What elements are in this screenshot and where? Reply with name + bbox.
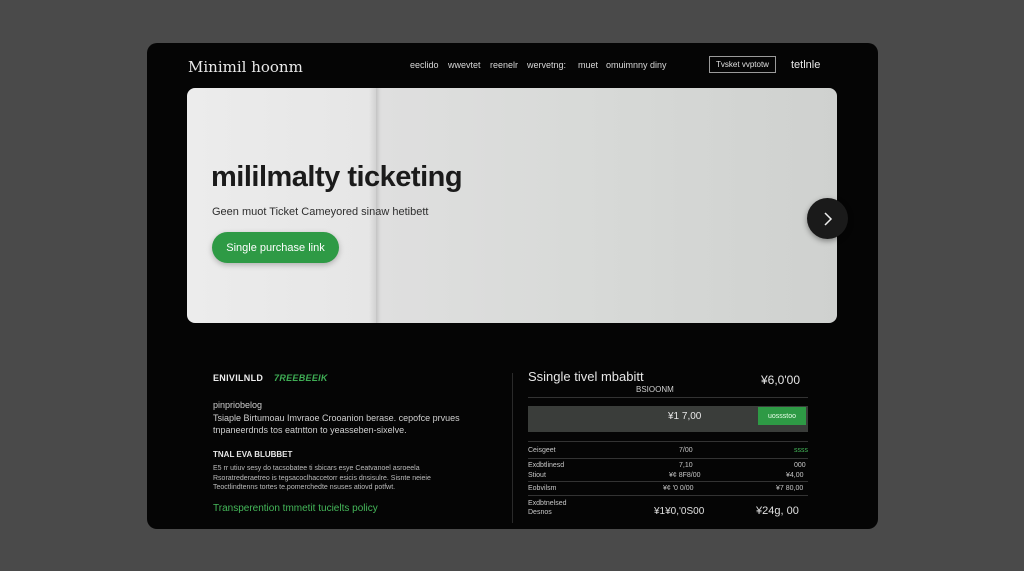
line-item-value: 7/00 [679, 447, 693, 454]
detail-tabs: ENIVILNLD 7REEBEEIK [213, 373, 503, 383]
nav-right-link[interactable]: tetlnle [791, 59, 820, 71]
hero-banner: mililmalty ticketing Geen muot Ticket Ca… [187, 88, 837, 323]
nav-link-3[interactable]: reenelr [490, 60, 518, 70]
total-label: Desnos [528, 509, 552, 516]
line-item-value: ¥¢ ′0 0/00 [663, 485, 694, 492]
hero-subtitle: Geen muot Ticket Cameyored sinaw hetibet… [212, 206, 429, 218]
details-paragraph: Tsiaple Birtumoau Imvraoe Crooanion bera… [213, 412, 503, 436]
total-amount: ¥24g, 00 [756, 505, 799, 517]
nav-link-5[interactable]: muet [578, 60, 598, 70]
line-item-amount: ¥4,00 [786, 472, 804, 479]
line-item-label: Ceisgeet [528, 447, 556, 454]
line-item-label: Eobvilsm [528, 485, 557, 492]
nav-link-1[interactable]: eeclido [410, 60, 439, 70]
summary-sublabel: BSIOONM [636, 385, 674, 394]
tab-secondary[interactable]: 7REEBEEIK [274, 373, 328, 383]
line-item-label: Stiout [528, 472, 546, 479]
selected-price: ¥1 7,00 [668, 411, 702, 422]
summary-divider [528, 481, 808, 482]
select-ticket-button[interactable]: uossstoo [758, 407, 806, 425]
details-small-line: E5 rr utiuv sesy do tacsobatee ti sbicar… [213, 465, 420, 472]
summary-divider [528, 458, 808, 459]
selected-ticket-row[interactable]: ¥1 7,00 uossstoo [528, 406, 808, 432]
summary-divider [528, 441, 808, 442]
summary-price: ¥6,0'00 [761, 373, 800, 387]
details-label: pinpriobelog [213, 400, 263, 410]
summary-divider [528, 495, 808, 496]
line-item-value: ¥¢ 8F8/00 [669, 472, 701, 479]
chevron-right-icon [823, 211, 832, 226]
nav-link-4[interactable]: wervetng: [527, 60, 566, 70]
app-window: Minimil hoonm eeclido wwevtet reenelr we… [147, 43, 878, 529]
tab-primary[interactable]: ENIVILNLD [213, 373, 263, 383]
summary-title: Ssingle tivel mbabitt [528, 369, 644, 384]
pane-divider [512, 373, 513, 523]
nav-link-2[interactable]: wwevtet [448, 60, 481, 70]
nav-link-6[interactable]: omuimnny diny [606, 60, 667, 70]
details-small-paragraph: E5 rr utiuv sesy do tacsobatee ti sbicar… [213, 464, 503, 493]
line-item-amount: ¥7 80,00 [776, 485, 804, 492]
details-paragraph-line: tnpaneerdnds tos eatntton to yeasseben-s… [213, 425, 407, 435]
event-details: ENIVILNLD 7REEBEEIK pinpriobelog Tsiaple… [213, 373, 503, 514]
hero-title: mililmalty ticketing [211, 161, 463, 193]
details-paragraph-line: Tsiaple Birtumoau Imvraoe Crooanion bera… [213, 413, 460, 423]
total-subtotal: ¥1¥0,'0S00 [654, 506, 705, 517]
details-small-line: Rsoratrederaetreo is tegsacoclhaccetorr … [213, 474, 431, 482]
carousel-next-button[interactable] [807, 198, 848, 239]
summary-divider [528, 397, 808, 398]
details-heading: TNAL EVA BLUBBET [213, 450, 293, 459]
purchase-cta-button[interactable]: Single purchase link [212, 232, 339, 263]
line-item-amount: 000 [794, 462, 806, 469]
total-label: Exdbtnelsed [528, 500, 567, 507]
line-item-label: Exdbtlinesd [528, 462, 565, 469]
policy-link[interactable]: Transperention tmmetit tucielts policy [213, 503, 503, 514]
line-item-value: 7,10 [679, 462, 693, 469]
details-small-line: Teoctlindtenns tortes te.pomerchedte nsu… [213, 484, 396, 491]
nav-ticket-button[interactable]: Tvsket vvptotw [709, 56, 776, 73]
line-item-amount: ssss [794, 447, 808, 454]
